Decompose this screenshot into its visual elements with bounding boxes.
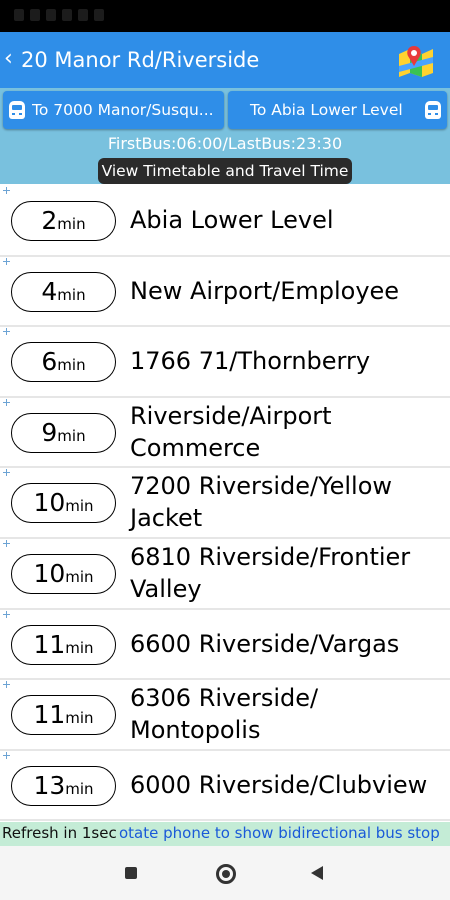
eta-value: 10 [33, 558, 66, 588]
eta-unit: min [57, 215, 86, 233]
stop-row[interactable]: 6min 1766 71/Thornberry [0, 327, 450, 398]
stop-row[interactable]: 10min 6810 Riverside/Frontier Valley [0, 538, 450, 610]
stop-name: 6000 Riverside/Clubview [130, 770, 428, 799]
eta-badge: 11min [11, 695, 116, 736]
eta-badge: 4min [11, 271, 116, 312]
stop-row[interactable]: 2min Abia Lower Level [0, 186, 450, 257]
eta-unit: min [65, 638, 94, 657]
expand-icon [3, 328, 10, 336]
stop-name: New Airport/Employee [130, 276, 400, 305]
eta-badge: 13min [11, 765, 116, 806]
bus-icon [425, 101, 441, 119]
home-icon[interactable] [216, 864, 236, 884]
status-bar [0, 0, 450, 32]
stop-row[interactable]: 11min 6600 Riverside/Vargas [0, 609, 450, 681]
eta-unit: min [65, 709, 94, 728]
eta-badge: 6min [11, 342, 116, 383]
eta-unit: min [57, 285, 86, 304]
refresh-countdown: Refresh in 1sec [2, 824, 117, 842]
view-timetable-button[interactable]: View Timetable and Travel Time [98, 158, 352, 184]
stop-name: 6600 Riverside/Vargas [130, 629, 400, 658]
eta-unit: min [65, 779, 94, 798]
expand-icon [3, 751, 10, 759]
eta-badge: 10min [11, 483, 116, 524]
stop-row[interactable]: 13min 6000 Riverside/Clubview [0, 750, 450, 822]
expand-icon [3, 610, 10, 618]
stop-name: 6810 Riverside/Frontier Valley [130, 542, 411, 603]
eta-value: 11 [33, 700, 66, 730]
eta-value: 4 [41, 276, 58, 306]
stop-list: 2min Abia Lower Level 4min New Airport/E… [0, 186, 450, 822]
stop-row[interactable]: 11min 6306 Riverside/ Montopolis [0, 680, 450, 751]
eta-unit: min [65, 497, 94, 516]
back-nav-icon[interactable] [311, 866, 323, 880]
direction-button-abia[interactable]: To Abia Lower Level [228, 91, 447, 129]
expand-icon [3, 539, 10, 547]
eta-badge: 9min [11, 412, 116, 453]
status-icons [14, 9, 104, 23]
refresh-bar: Refresh in 1sec otate phone to show bidi… [0, 822, 450, 846]
expand-icon [3, 187, 10, 194]
map-icon[interactable] [398, 44, 434, 78]
stop-row[interactable]: 10min 7200 Riverside/Yellow Jacket [0, 468, 450, 539]
stop-name: Abia Lower Level [130, 206, 334, 234]
eta-value: 13 [33, 770, 66, 800]
eta-badge: 2min [11, 201, 116, 241]
first-last-bus-times: FirstBus:06:00/LastBus:23:30 [107, 134, 343, 153]
expand-icon [3, 469, 10, 477]
route-title: 20 Manor Rd/Riverside [21, 48, 260, 72]
direction-label: To 7000 Manor/Susqu... [32, 101, 214, 119]
back-icon[interactable]: ‹ [4, 45, 13, 73]
rotate-hint-marquee: otate phone to show bidirectional bus st… [119, 824, 440, 842]
stop-row[interactable]: 9min Riverside/Airport Commerce [0, 397, 450, 469]
expand-icon [3, 398, 10, 406]
eta-value: 9 [41, 417, 58, 447]
stop-name: 1766 71/Thornberry [130, 347, 371, 376]
eta-unit: min [57, 426, 86, 445]
eta-badge: 10min [11, 553, 116, 594]
eta-value: 10 [33, 488, 66, 518]
app-bar: ‹ 20 Manor Rd/Riverside [0, 32, 450, 88]
stop-row[interactable]: 4min New Airport/Employee [0, 256, 450, 328]
eta-unit: min [57, 356, 86, 375]
stop-name: Riverside/Airport Commerce [130, 401, 332, 462]
eta-value: 2 [41, 206, 58, 235]
eta-unit: min [65, 567, 94, 586]
recents-icon[interactable] [125, 867, 137, 879]
system-nav-bar [0, 846, 450, 900]
eta-value: 6 [41, 347, 58, 377]
stop-name: 6306 Riverside/ Montopolis [130, 684, 319, 745]
expand-icon [3, 257, 10, 265]
stop-name: 7200 Riverside/Yellow Jacket [130, 472, 393, 533]
bus-icon [9, 101, 25, 119]
eta-badge: 11min [11, 624, 116, 665]
direction-label: To Abia Lower Level [250, 101, 403, 119]
expand-icon [3, 681, 10, 689]
direction-button-manor[interactable]: To 7000 Manor/Susqu... [3, 91, 224, 129]
eta-value: 11 [33, 629, 66, 659]
